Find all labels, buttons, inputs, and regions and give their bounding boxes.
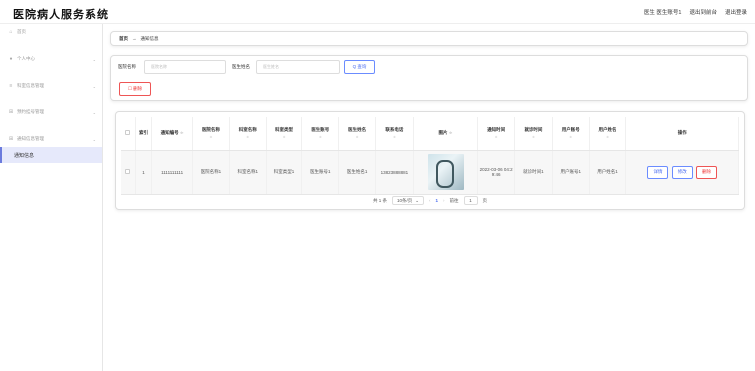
col-image[interactable]: 图片 ≑ bbox=[413, 117, 479, 151]
sidebar-item-label: 首页 bbox=[17, 29, 26, 34]
cell-index: 1 bbox=[135, 150, 153, 195]
edit-button[interactable]: 修改 bbox=[671, 165, 693, 179]
col-doctor-name[interactable]: 医生姓名 ≑ bbox=[338, 117, 377, 151]
sidebar-item-label: 预约挂号管理 bbox=[17, 109, 44, 114]
header-actions: 医生 医生账号1 退出到前台 退出登录 bbox=[644, 8, 747, 16]
sidebar-item-appointment[interactable]: ⊞ 预约挂号管理 ⌄ bbox=[0, 106, 102, 118]
search-panel: 医院名称 医院名称 医生姓名 医生姓名 Q 查询 ☐ 删除 bbox=[110, 55, 748, 101]
sidebar-item-home[interactable]: ⌂ 首页 bbox=[0, 26, 102, 38]
goto-page-input[interactable]: 1 bbox=[463, 196, 478, 205]
sort-icon: ≑ bbox=[355, 135, 359, 140]
sidebar-item-label: 个人中心 bbox=[17, 56, 35, 61]
chevron-down-icon: ⌄ bbox=[92, 56, 96, 62]
breadcrumb-separator: → bbox=[132, 36, 137, 41]
col-visit-time[interactable]: 就诊时间 ≑ bbox=[514, 117, 553, 151]
cell-visit-time: 就诊时间1 bbox=[514, 150, 553, 195]
col-hospital[interactable]: 医院名称 ≑ bbox=[192, 117, 230, 151]
cell-phone: 13823888881 bbox=[375, 150, 414, 195]
table-row: 1 1111111111 医院名称1 科室名称1 科室类型1 医生账号1 医生姓… bbox=[121, 150, 739, 195]
query-button[interactable]: Q 查询 bbox=[344, 60, 375, 74]
data-table: 索引 通知编号 ≑ 医院名称 ≑ 科室名称 ≑ 科室类型 ≑ 医生账号 ≑ 医生姓名 ≑ … bbox=[121, 117, 739, 195]
logout-link[interactable]: 退出登录 bbox=[725, 8, 747, 16]
page-size-select[interactable]: 10条/页 ⌄ bbox=[391, 196, 425, 205]
sort-icon: ≑ bbox=[392, 135, 396, 140]
batch-delete-button[interactable]: ☐ 删除 bbox=[119, 82, 151, 96]
app-title: 医院病人服务系统 bbox=[13, 8, 109, 21]
sort-icon: ≑ bbox=[282, 135, 286, 140]
cell-image bbox=[413, 150, 479, 195]
cell-notice-no: 1111111111 bbox=[151, 150, 194, 195]
sidebar-item-notice[interactable]: ⊞ 通知信息管理 ⌄ bbox=[0, 133, 102, 145]
user-icon: ● bbox=[9, 56, 13, 62]
sort-icon: ≑ bbox=[569, 135, 573, 140]
breadcrumb: 首页 → 通知信息 bbox=[110, 31, 748, 46]
sort-icon: ≑ bbox=[531, 135, 535, 140]
col-notice-time[interactable]: 通知时间 ≑ bbox=[477, 117, 516, 151]
col-index: 索引 bbox=[135, 117, 153, 151]
col-dept-type[interactable]: 科室类型 ≑ bbox=[266, 117, 303, 151]
row-checkbox[interactable] bbox=[121, 150, 136, 195]
sidebar-item-dept[interactable]: ≡ 科室信息管理 ⌄ bbox=[0, 80, 102, 92]
notice-image-thumbnail[interactable] bbox=[427, 153, 464, 190]
current-user: 医生 医生账号1 bbox=[643, 10, 682, 16]
pagination-total: 共 1 条 bbox=[372, 197, 387, 203]
hospital-name-label: 医院名称 bbox=[118, 64, 136, 69]
cell-user-name: 用户姓名1 bbox=[589, 150, 627, 195]
cell-dept-name: 科室名称1 bbox=[229, 150, 267, 195]
hospital-name-input[interactable]: 医院名称 bbox=[144, 60, 226, 74]
col-dept-name[interactable]: 科室名称 ≑ bbox=[229, 117, 267, 151]
sidebar-subitem-notice-info[interactable]: 通知信息 bbox=[0, 147, 102, 163]
cell-doctor-name: 医生姓名1 bbox=[338, 150, 377, 195]
chevron-down-icon: ⌄ bbox=[92, 83, 96, 89]
top-bar: 医院病人服务系统 医生 医生账号1 退出到前台 退出登录 bbox=[0, 0, 755, 24]
col-notice-no[interactable]: 通知编号 ≑ bbox=[151, 117, 194, 151]
data-table-panel: 索引 通知编号 ≑ 医院名称 ≑ 科室名称 ≑ 科室类型 ≑ 医生账号 ≑ 医生姓名 ≑ … bbox=[115, 111, 745, 210]
cell-doctor-account: 医生账号1 bbox=[301, 150, 340, 195]
col-user-name[interactable]: 用户姓名 ≑ bbox=[589, 117, 627, 151]
col-user-account[interactable]: 用户账号 ≑ bbox=[552, 117, 590, 151]
sort-icon: ≑ bbox=[494, 135, 498, 140]
breadcrumb-current: 通知信息 bbox=[140, 35, 159, 41]
table-header-row: 索引 通知编号 ≑ 医院名称 ≑ 科室名称 ≑ 科室类型 ≑ 医生账号 ≑ 医生姓名 ≑ … bbox=[121, 117, 739, 151]
menu-icon: ≡ bbox=[9, 83, 13, 89]
chevron-down-icon: ⌄ bbox=[92, 136, 96, 142]
grid-icon: ⊞ bbox=[8, 136, 14, 142]
cell-dept-type: 科室类型1 bbox=[266, 150, 303, 195]
col-phone[interactable]: 联系电话 ≑ bbox=[375, 117, 414, 151]
chevron-down-icon: ⌄ bbox=[415, 197, 420, 203]
sort-icon: ≑ bbox=[448, 130, 453, 136]
doctor-name-label: 医生姓名 bbox=[232, 64, 250, 69]
chevron-down-icon: ⌄ bbox=[92, 109, 96, 115]
col-actions: 操作 bbox=[625, 117, 739, 151]
to-frontend-link[interactable]: 退出到前台 bbox=[689, 8, 717, 16]
next-page-button[interactable]: › bbox=[443, 198, 445, 203]
sort-icon: ≑ bbox=[246, 135, 250, 140]
sort-icon: ≑ bbox=[606, 135, 609, 140]
goto-label: 前往 bbox=[449, 197, 459, 203]
sort-icon: ≑ bbox=[209, 135, 213, 140]
cell-hospital: 医院名称1 bbox=[192, 150, 230, 195]
sidebar-item-label: 科室信息管理 bbox=[17, 83, 44, 88]
sidebar-item-label: 通知信息管理 bbox=[17, 136, 44, 141]
pagination: 共 1 条 10条/页 ⌄ ‹ 1 › 前往 1 页 bbox=[116, 196, 744, 205]
breadcrumb-home[interactable]: 首页 bbox=[119, 36, 128, 42]
current-page[interactable]: 1 bbox=[436, 198, 439, 203]
goto-suffix: 页 bbox=[482, 197, 488, 203]
sidebar: ⌂ 首页 ● 个人中心 ⌄ ≡ 科室信息管理 ⌄ ⊞ 预约挂号管理 ⌄ ⊞ 通知… bbox=[0, 24, 103, 371]
sort-icon: ≑ bbox=[318, 135, 322, 140]
cell-user-account: 用户账号1 bbox=[552, 150, 590, 195]
home-icon: ⌂ bbox=[9, 29, 13, 35]
prev-page-button[interactable]: ‹ bbox=[429, 198, 431, 203]
grid-icon: ⊞ bbox=[8, 109, 14, 115]
delete-button[interactable]: 删除 bbox=[695, 165, 717, 179]
col-doctor-account[interactable]: 医生账号 ≑ bbox=[301, 117, 340, 151]
sidebar-item-profile[interactable]: ● 个人中心 ⌄ bbox=[0, 53, 102, 65]
cell-actions: 详情 修改 删除 bbox=[625, 150, 739, 195]
sidebar-subitem-label: 通知信息 bbox=[14, 152, 35, 159]
cell-notice-time: 2022-03-06 04:29:46 bbox=[477, 150, 516, 195]
select-all-checkbox[interactable] bbox=[121, 117, 136, 151]
doctor-name-input[interactable]: 医生姓名 bbox=[256, 60, 340, 74]
sort-icon: ≑ bbox=[179, 130, 184, 136]
detail-button[interactable]: 详情 bbox=[647, 165, 669, 179]
